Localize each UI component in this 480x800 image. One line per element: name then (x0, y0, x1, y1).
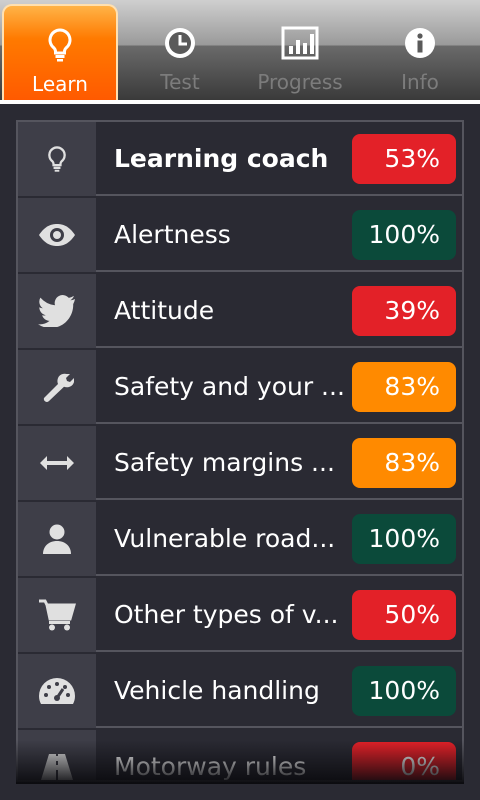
tab-label: Learn (32, 72, 88, 96)
topic-row-safety-vehicle[interactable]: Safety and your ... 83% (18, 350, 462, 424)
topic-label: Vulnerable road... (114, 524, 336, 553)
topic-row-safety-margins[interactable]: Safety margins ... 83% (18, 426, 462, 500)
topic-row-alertness[interactable]: Alertness 100% (18, 198, 462, 272)
topic-row-attitude[interactable]: Attitude 39% (18, 274, 462, 348)
score-badge: 100% (352, 666, 456, 716)
row-icon-cell (18, 426, 96, 500)
bulb-icon (48, 28, 72, 62)
topic-label: Alertness (114, 220, 231, 249)
tab-learn[interactable]: Learn (2, 4, 118, 100)
row-icon-cell (18, 502, 96, 576)
score-badge: 50% (352, 590, 456, 640)
topic-row-motorway-rules[interactable]: Motorway rules 0% (18, 730, 462, 781)
score-badge: 100% (352, 210, 456, 260)
topic-label: Other types of v... (114, 600, 339, 629)
row-icon-cell (18, 730, 96, 780)
topic-row-learning-coach[interactable]: Learning coach 53% (18, 122, 462, 196)
score-badge: 53% (352, 134, 456, 184)
row-icon-cell (18, 122, 96, 196)
score-badge: 83% (352, 438, 456, 488)
row-icon-cell (18, 578, 96, 652)
tab-test[interactable]: Test (120, 0, 240, 100)
tab-info[interactable]: Info (360, 0, 480, 100)
person-icon (43, 524, 71, 554)
score-badge: 100% (352, 514, 456, 564)
row-icon-cell (18, 198, 96, 272)
score-badge: 83% (352, 362, 456, 412)
tab-progress[interactable]: Progress (240, 0, 360, 100)
topic-label: Vehicle handling (114, 676, 320, 705)
speedometer-icon (39, 678, 75, 704)
topic-label: Learning coach (114, 144, 329, 173)
topic-row-other-vehicles[interactable]: Other types of v... 50% (18, 578, 462, 652)
wrench-icon (43, 373, 74, 402)
cart-icon (39, 599, 76, 631)
row-icon-cell (18, 654, 96, 728)
score-badge: 0% (352, 742, 456, 780)
topic-label: Attitude (114, 296, 215, 325)
row-icon-cell (18, 350, 96, 424)
topic-row-vulnerable-road-users[interactable]: Vulnerable road... 100% (18, 502, 462, 576)
topic-label: Safety and your ... (114, 372, 344, 401)
topic-row-vehicle-handling[interactable]: Vehicle handling 100% (18, 654, 462, 728)
topic-label: Motorway rules (114, 752, 307, 781)
tab-label: Progress (257, 70, 343, 94)
tab-label: Test (160, 70, 200, 94)
clock-icon (165, 28, 195, 58)
topic-list[interactable]: Learning coach 53% Alertness 100% Attitu… (16, 120, 464, 782)
bird-icon (38, 295, 75, 327)
row-icon-cell (18, 274, 96, 348)
tab-label: Info (401, 70, 439, 94)
road-icon (41, 754, 73, 780)
eye-icon (39, 224, 75, 246)
bulb-icon (48, 146, 66, 172)
tab-bar: Learn Test Progress Info (0, 0, 480, 104)
double-arrow-icon (40, 456, 74, 470)
topic-label: Safety margins ... (114, 448, 335, 477)
score-badge: 39% (352, 286, 456, 336)
info-icon (405, 28, 435, 58)
bar-chart-icon (281, 26, 319, 60)
